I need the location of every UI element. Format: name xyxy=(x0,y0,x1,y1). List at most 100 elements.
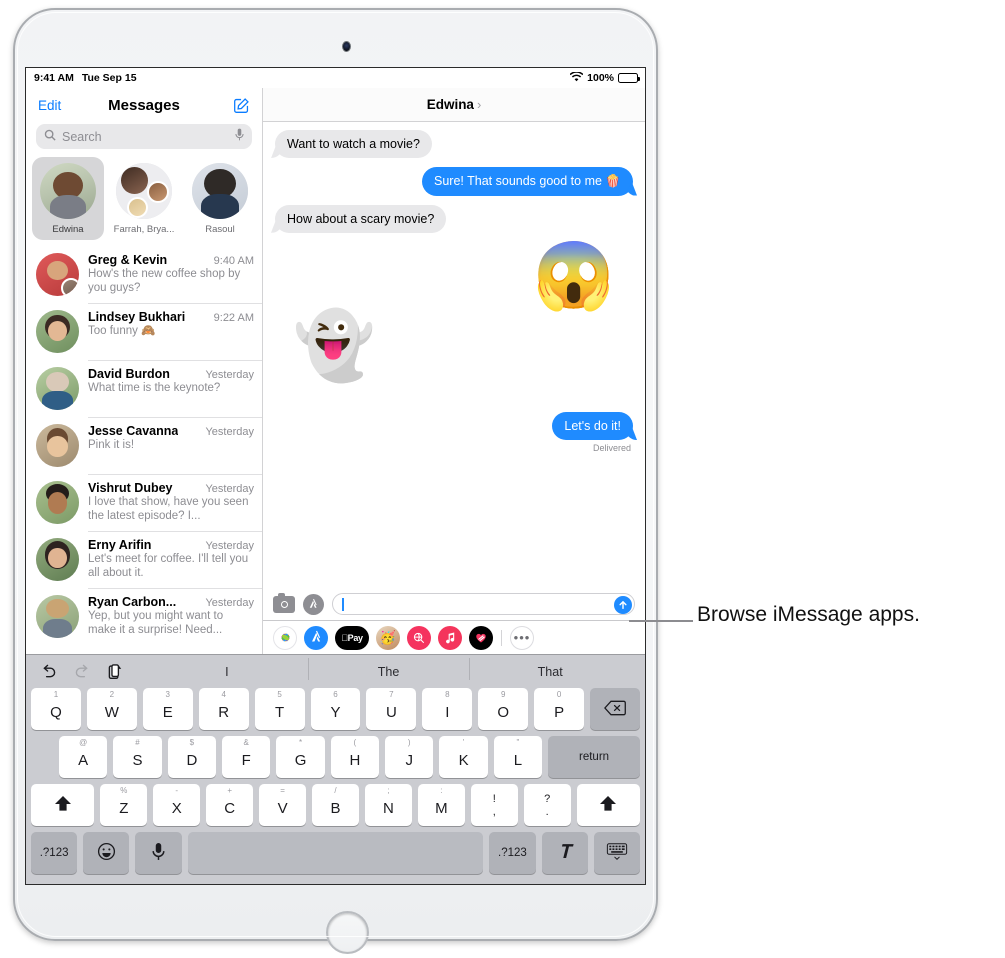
keyboard-row-1: 1Q 2W 3E 4R 5T 6Y 7U 8I 9O 0P xyxy=(26,688,645,736)
conversation-name: Vishrut Dubey xyxy=(88,481,173,495)
key-g[interactable]: * G xyxy=(276,736,325,778)
camera-icon[interactable] xyxy=(273,592,295,613)
backspace-icon[interactable] xyxy=(590,688,640,730)
key-k[interactable]: ' K xyxy=(439,736,488,778)
key-c[interactable]: + C xyxy=(206,784,254,826)
key-e[interactable]: 3E xyxy=(142,688,193,730)
key-y[interactable]: 6Y xyxy=(310,688,361,730)
pinned-item-farrah-bryan[interactable]: Farrah, Brya... xyxy=(108,157,180,240)
key-alt-label: 8 xyxy=(445,690,450,699)
redo-icon[interactable] xyxy=(74,664,91,679)
pinned-item-edwina[interactable]: Edwina xyxy=(32,157,104,240)
key-x[interactable]: -X xyxy=(153,784,201,826)
key-r[interactable]: 4R xyxy=(198,688,249,730)
shift-icon[interactable] xyxy=(576,784,640,826)
key-f[interactable]: & F xyxy=(222,736,271,778)
key-numbers-right[interactable]: .?123 xyxy=(489,832,536,874)
key-space[interactable] xyxy=(187,832,484,874)
key-t[interactable]: 5T xyxy=(254,688,305,730)
photos-app-icon[interactable] xyxy=(273,625,297,650)
undo-icon[interactable] xyxy=(40,664,57,679)
key-h[interactable]: (H xyxy=(330,736,380,778)
key-alt-label: ! xyxy=(492,792,496,805)
emoji-icon[interactable] xyxy=(83,832,130,874)
compose-icon[interactable] xyxy=(233,97,250,114)
key-comma-exclamation[interactable]: ! , xyxy=(470,784,518,826)
key-n[interactable]: ; N xyxy=(364,784,412,826)
memoji-stickers-app-icon[interactable]: 🥳 xyxy=(376,625,400,650)
more-apps-button[interactable]: ••• xyxy=(510,625,534,650)
key-s[interactable]: # S xyxy=(113,736,162,778)
music-app-icon[interactable] xyxy=(438,625,462,650)
pinned-item-rasoul[interactable]: Rasoul xyxy=(184,157,256,240)
conversation-row-jesse-cavanna[interactable]: Jesse Cavanna Yesterday Pink it is! xyxy=(26,417,262,474)
key-alt-label: ( xyxy=(353,738,357,747)
suggestion-word-2[interactable]: That xyxy=(469,657,631,680)
key-label: F xyxy=(241,752,251,769)
status-time: 9:41 AM xyxy=(34,72,74,84)
message-bubble-outgoing[interactable]: Sure! That sounds good to me 🍿 xyxy=(422,167,633,196)
keyboard-row-2: @ A # S $ D & F * G (H ) J ' K " L return xyxy=(26,736,645,784)
apple-pay-app-icon[interactable]: Pay xyxy=(335,625,369,650)
key-u[interactable]: 7U xyxy=(366,688,417,730)
edit-button[interactable]: Edit xyxy=(38,98,61,113)
key-alt-label: * xyxy=(298,738,303,747)
message-row: Sure! That sounds good to me 🍿 xyxy=(275,167,633,196)
shift-icon[interactable] xyxy=(31,784,95,826)
conversation-preview: Too funny 🙈 xyxy=(88,325,156,337)
key-q[interactable]: 1Q xyxy=(31,688,81,730)
key-alt-label: " xyxy=(516,738,520,747)
memoji-ghost-sticker[interactable]: 👻 xyxy=(293,312,375,378)
key-return[interactable]: return xyxy=(548,736,640,778)
key-m[interactable]: :M xyxy=(417,784,465,826)
message-input[interactable] xyxy=(332,593,635,615)
key-label: Y xyxy=(330,704,341,721)
microphone-icon[interactable] xyxy=(235,128,244,146)
microphone-icon[interactable] xyxy=(135,832,182,874)
suggestion-word-0[interactable]: I xyxy=(146,665,308,679)
app-store-app-icon[interactable] xyxy=(304,625,328,650)
key-j[interactable]: ) J xyxy=(385,736,434,778)
search-input[interactable]: Search xyxy=(36,124,252,149)
callout-leader-line xyxy=(629,620,693,622)
app-store-icon[interactable] xyxy=(303,593,324,615)
home-button[interactable] xyxy=(326,911,369,954)
key-period-question[interactable]: ? . xyxy=(523,784,571,826)
conversation-row-erny-arifin[interactable]: Erny Arifin Yesterday Let's meet for cof… xyxy=(26,531,262,588)
key-w[interactable]: 2W xyxy=(86,688,137,730)
key-i[interactable]: 8I xyxy=(422,688,473,730)
key-b[interactable]: / B xyxy=(312,784,359,826)
conversation-row-greg-kevin[interactable]: Greg & Kevin 9:40 AM How's the new coffe… xyxy=(26,246,262,303)
message-bubble-outgoing[interactable]: Let's do it! xyxy=(552,411,633,440)
key-o[interactable]: 9O xyxy=(478,688,529,730)
conversation-name: Ryan Carbon... xyxy=(88,595,177,609)
conversation-row-ryan-carbon[interactable]: Ryan Carbon... Yesterday Yep, but you mi… xyxy=(26,588,262,645)
handwriting-icon[interactable]: 𝐓 xyxy=(541,832,588,874)
key-z[interactable]: % Z xyxy=(100,784,148,826)
avatar xyxy=(36,424,79,467)
memoji-shocked-sticker[interactable]: 😱 xyxy=(533,242,615,308)
key-p[interactable]: 0P xyxy=(534,688,585,730)
conversation-row-lindsey-bukhari[interactable]: Lindsey Bukhari 9:22 AM Too funny 🙈 xyxy=(26,303,262,360)
key-v[interactable]: = V xyxy=(259,784,307,826)
key-label: S xyxy=(132,752,143,769)
key-alt-label: $ xyxy=(189,738,195,747)
message-bubble-incoming[interactable]: Want to watch a movie? xyxy=(275,130,432,159)
key-a[interactable]: @ A xyxy=(59,736,108,778)
conversation-row-david-burdon[interactable]: David Burdon Yesterday What time is the … xyxy=(26,360,262,417)
key-numbers-left[interactable]: .?123 xyxy=(31,832,78,874)
key-alt-label: 4 xyxy=(221,690,226,699)
paste-icon[interactable] xyxy=(108,663,122,680)
send-arrow-icon[interactable] xyxy=(614,595,632,614)
message-bubble-incoming[interactable]: How about a scary movie? xyxy=(275,204,447,233)
conversation-header[interactable]: Edwina › xyxy=(263,88,645,122)
avatar xyxy=(36,367,79,410)
key-d[interactable]: $ D xyxy=(167,736,217,778)
suggestion-word-1[interactable]: The xyxy=(307,657,470,680)
key-l[interactable]: " L xyxy=(493,736,543,778)
image-search-app-icon[interactable] xyxy=(407,625,431,650)
conversation-row-vishrut-dubey[interactable]: Vishrut Dubey Yesterday I love that show… xyxy=(26,474,262,531)
digital-touch-app-icon[interactable] xyxy=(469,625,493,650)
conversation-preview: I love that show, have you seen the late… xyxy=(88,496,249,523)
hide-keyboard-icon[interactable] xyxy=(593,832,640,874)
